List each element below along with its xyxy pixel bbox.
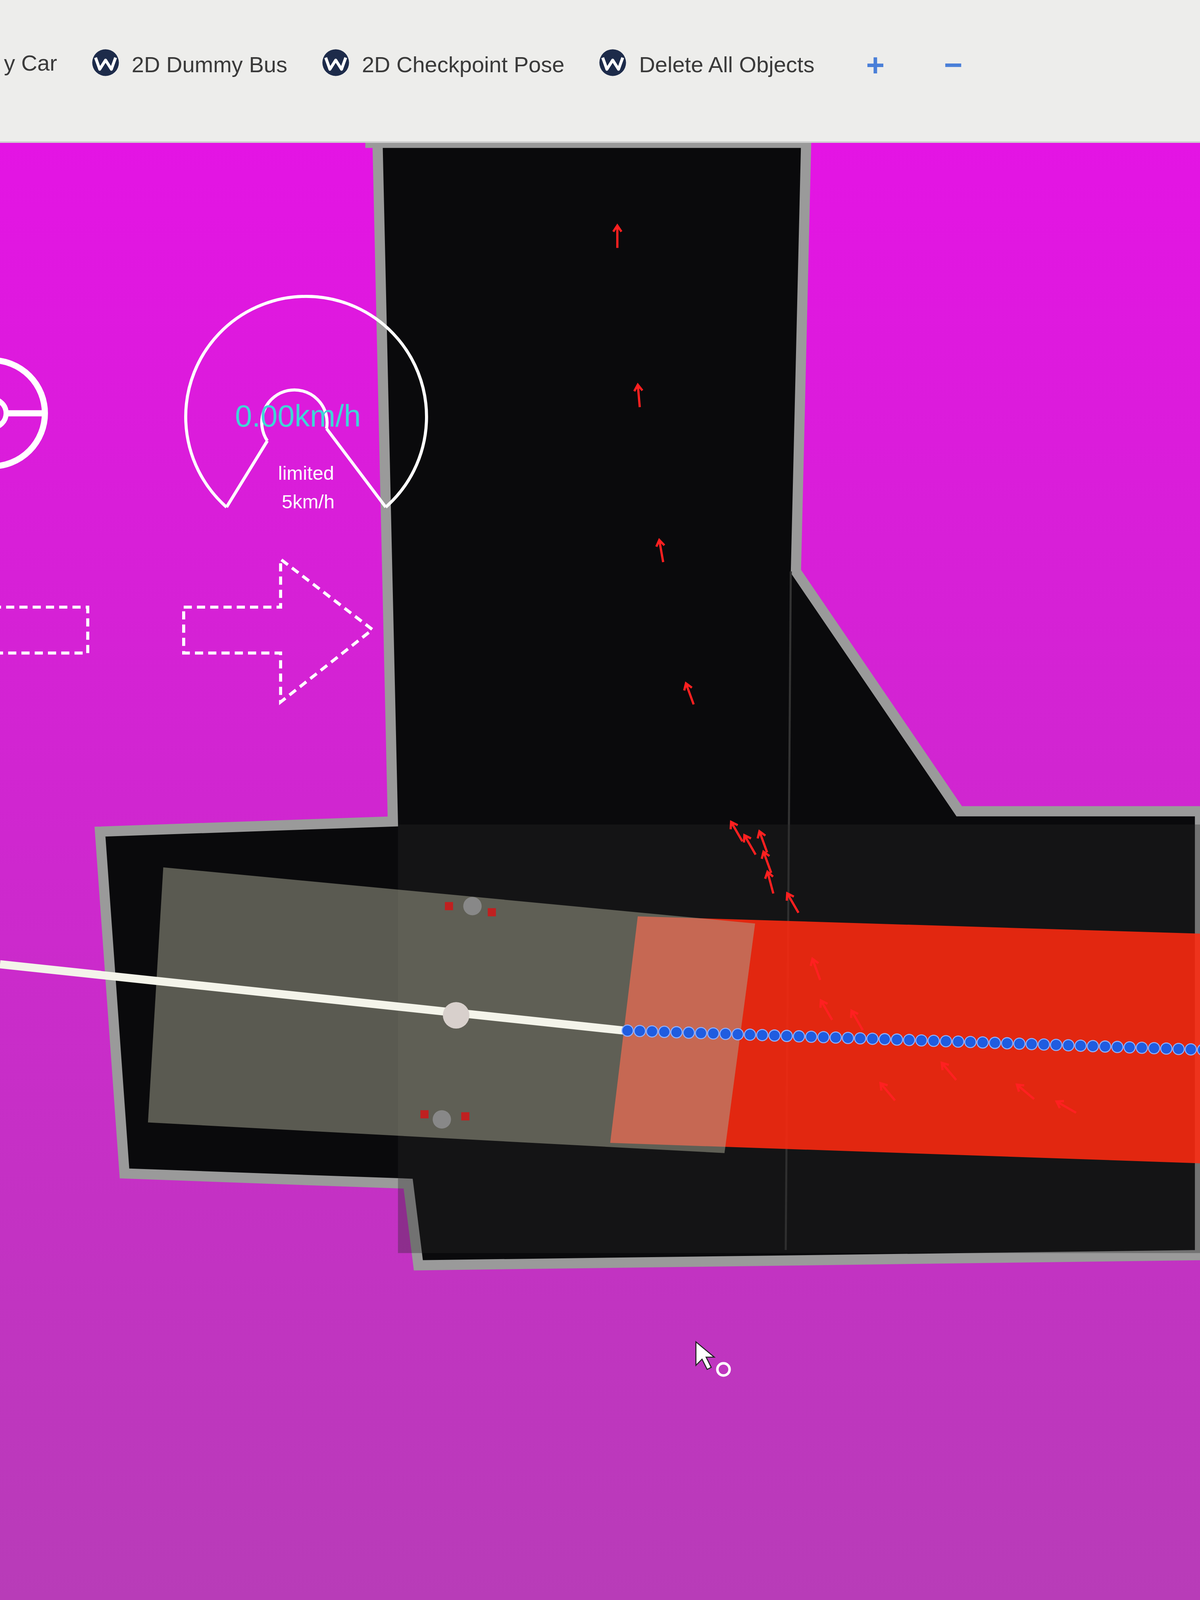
tool-button[interactable]: 2D Dummy Bus [88,47,288,81]
trajectory-point [1148,1042,1160,1054]
trajectory-point [952,1036,964,1048]
trajectory-point [842,1032,854,1044]
autoware-logo-icon [88,47,123,81]
autoware-logo-icon [319,47,353,81]
background [0,142,1200,1600]
trajectory-point [1185,1043,1197,1055]
object-arrow-icon [682,681,698,706]
trajectory-point [1026,1038,1038,1050]
tool-button[interactable]: y Car [3,47,58,79]
trajectory-point [1160,1042,1172,1054]
trajectory-point [1050,1039,1062,1051]
object-arrow-icon [655,539,668,563]
trajectory-point [903,1034,915,1046]
object-arrow-icon [848,1008,867,1033]
trajectory-point [805,1030,817,1043]
object-arrow-icon [1054,1098,1079,1117]
right-turn-signal-icon [183,559,373,702]
trajectory-point [658,1026,670,1038]
route-line [0,964,625,1031]
object-arrow-icon [817,998,836,1022]
trajectory-point [695,1027,707,1039]
tool-button[interactable]: Delete All Objects [596,47,815,81]
trajectory-point [1087,1040,1099,1052]
object-arrow-icon [1014,1081,1037,1102]
trajectory-point [744,1028,756,1041]
trajectory-point [1099,1040,1111,1052]
object-arrow-icon [613,225,622,249]
trajectory-point [1001,1037,1013,1049]
toolbar-tool-button[interactable]: − [936,47,971,83]
speed-value: 0.00km/h [234,398,361,433]
trajectory-point [646,1025,658,1037]
trajectory-point [1136,1042,1148,1054]
object-arrow-icon [633,384,644,408]
trajectory-point [683,1026,695,1039]
drivable-area [100,142,1200,1266]
mouse-cursor-icon [696,1341,730,1376]
limit-label: limited [278,462,335,484]
steering-wheel-icon [0,360,45,467]
trajectory-point [1075,1040,1087,1052]
trajectory-point [732,1028,744,1040]
trajectory-point [817,1031,829,1043]
trajectory-point [1173,1043,1185,1055]
rviz-window: y Car 2D Dummy Bus 2D Checkpoint Pose De… [0,0,1200,1600]
trajectory-point [854,1032,866,1045]
speedometer: 0.00km/h limited 5km/h [185,296,427,513]
left-turn-signal-icon [0,607,88,654]
trajectory-point [1013,1038,1025,1050]
object-arrow-icon [938,1060,960,1083]
trajectory-point [976,1036,989,1049]
vehicle-footprint [148,867,756,1154]
trajectory-point [719,1028,731,1040]
trajectory-point [1062,1039,1074,1051]
trajectory-point [866,1033,878,1045]
trajectory-point [769,1029,781,1041]
trajectory-point [891,1034,903,1046]
limit-value: 5km/h [281,490,335,513]
object-arrow-icon [763,870,778,895]
trajectory-point [621,1025,633,1037]
trajectory-point [928,1035,940,1047]
trajectory-point [756,1029,768,1041]
trajectory-point [634,1025,646,1037]
trajectory-point [671,1026,683,1038]
trajectory-point [1038,1038,1050,1050]
toolbar-tool-button[interactable]: + [857,47,893,83]
trajectory-point [878,1033,891,1045]
tool-button[interactable]: 2D Checkpoint Pose [319,47,565,81]
trajectory-point [989,1037,1001,1049]
vehicle-icon [420,896,496,1129]
trajectory-point [1123,1041,1135,1053]
trajectory-point [793,1030,805,1042]
autoware-logo-icon [596,47,630,81]
map-canvas[interactable]: 0.00km/h limited 5km/h [0,142,1200,1600]
object-arrow-icon [877,1080,899,1104]
trajectory-point [707,1027,719,1039]
object-arrow-icon [783,891,802,915]
trajectory-point [830,1031,842,1043]
trajectory-point [940,1035,952,1047]
trajectory-point [964,1036,976,1048]
trajectory-point [1111,1041,1124,1053]
trajectory-point [1197,1044,1200,1056]
trajectory-point [915,1034,927,1047]
tool-toolbar: y Car 2D Dummy Bus 2D Checkpoint Pose De… [0,0,1200,143]
object-arrow-icon [808,957,825,982]
object-arrow-icon [740,833,760,857]
trajectory-point [780,1030,793,1042]
